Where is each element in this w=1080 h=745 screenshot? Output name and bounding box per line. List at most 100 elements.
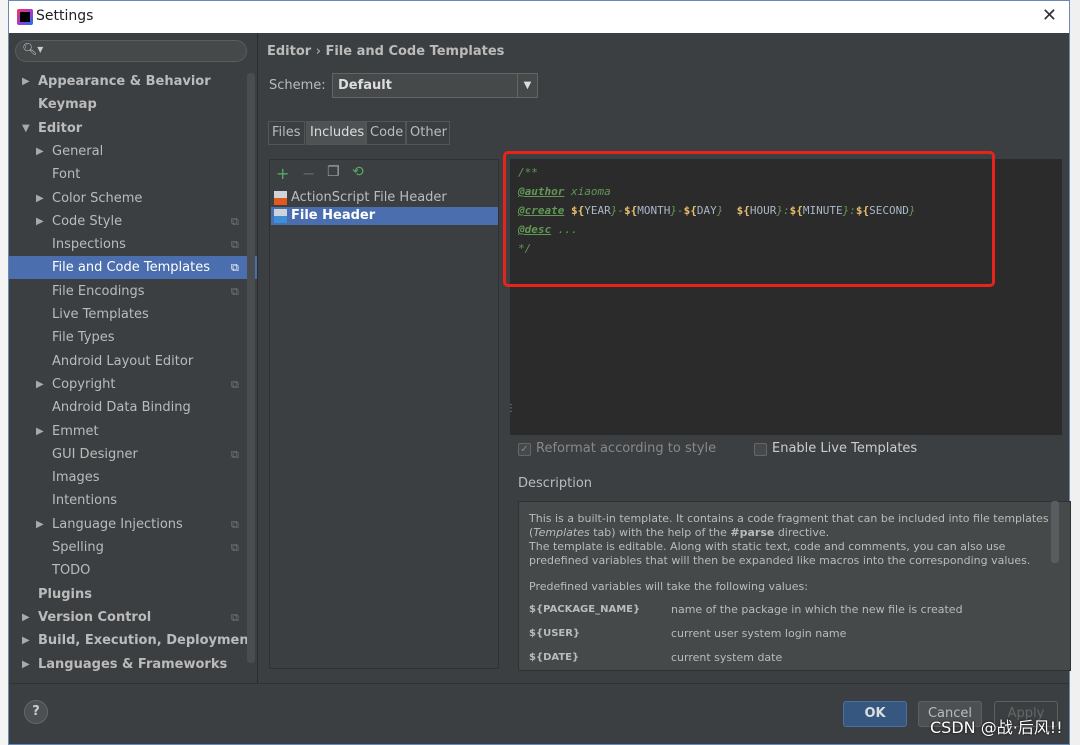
sidebar-item-android-layout-editor[interactable]: Android Layout Editor: [9, 350, 257, 373]
tab-files[interactable]: Files: [268, 121, 305, 145]
sidebar-item-build-execution-deployment[interactable]: ▶ Build, Execution, Deployment: [9, 629, 257, 652]
variable-desc: name of the package in which the new fil…: [671, 603, 963, 616]
sidebar-scrollbar[interactable]: [247, 73, 255, 663]
sidebar-item-color-scheme[interactable]: ▶ Color Scheme: [9, 187, 257, 210]
splitter-handle[interactable]: ⋮: [506, 403, 516, 414]
chevron-right-icon[interactable]: ▶: [22, 70, 30, 93]
sidebar-item-todo[interactable]: TODO: [9, 559, 257, 582]
variable-row: ${DATE} current system date: [529, 646, 1060, 670]
variable-name: ${DATE}: [529, 652, 580, 663]
live-templates-checkbox[interactable]: Enable Live Templates: [754, 441, 934, 461]
scheme-value: Default: [338, 78, 392, 93]
sidebar-item-label: Editor: [38, 120, 83, 136]
sidebar-item-label: General: [52, 143, 104, 159]
sidebar-item-code-style[interactable]: ▶ Code Style ⧉: [9, 210, 257, 233]
sidebar-item-copyright[interactable]: ▶ Copyright ⧉: [9, 373, 257, 396]
chevron-right-icon[interactable]: ▶: [22, 606, 30, 629]
template-item-file-header[interactable]: File Header: [271, 207, 498, 225]
scheme-label: Scheme:: [269, 78, 326, 93]
sidebar-item-languages-frameworks[interactable]: ▶ Languages & Frameworks: [9, 653, 257, 676]
dialog-footer: ? OK Cancel Apply: [9, 683, 1069, 745]
breadcrumb-parent: Editor: [267, 44, 312, 59]
sidebar-item-label: Font: [52, 167, 81, 183]
sidebar-item-label: Plugins: [38, 586, 92, 602]
sidebar-item-inspections[interactable]: Inspections ⧉: [9, 233, 257, 256]
sidebar-item-language-injections[interactable]: ▶ Language Injections ⧉: [9, 513, 257, 536]
tab-other[interactable]: Other: [406, 121, 450, 145]
highlight-annotation-box: [503, 151, 995, 287]
sidebar-item-appearance-behavior[interactable]: ▶ Appearance & Behavior: [9, 70, 257, 93]
main-panel: Editor › File and Code Templates Scheme:…: [259, 33, 1071, 683]
variable-name: ${USER}: [529, 628, 581, 639]
sidebar-item-label: File Types: [52, 330, 115, 346]
sidebar-item-file-types[interactable]: File Types: [9, 326, 257, 349]
sidebar-item-label: Keymap: [38, 97, 97, 113]
sidebar-item-plugins[interactable]: Plugins: [9, 583, 257, 606]
sidebar-item-label: Images: [52, 470, 100, 486]
breadcrumb: Editor › File and Code Templates: [267, 44, 504, 59]
sidebar-item-label: Color Scheme: [52, 190, 143, 206]
copy-icon[interactable]: ❐: [327, 164, 340, 180]
scheme-dropdown[interactable]: Default ▼: [332, 73, 538, 98]
chevron-down-icon: ▼: [517, 74, 537, 97]
text: Templates: [533, 526, 590, 539]
project-copy-icon: ⧉: [231, 541, 239, 554]
reformat-label: Reformat according to style: [536, 441, 717, 456]
sidebar-item-intentions[interactable]: Intentions: [9, 489, 257, 512]
chevron-right-icon[interactable]: ▶: [36, 373, 44, 396]
sidebar-item-keymap[interactable]: Keymap: [9, 93, 257, 116]
project-copy-icon: ⧉: [231, 610, 239, 624]
template-item-actionscript-file-header[interactable]: ActionScript File Header: [271, 189, 498, 207]
settings-tree: 🔍︎▾ ▶ Appearance & Behavior Keymap ▼ Editor ▶…: [9, 33, 258, 683]
sidebar-item-label: Version Control: [38, 609, 152, 625]
variable-row: ${USER} current user system login name: [529, 622, 1060, 646]
sidebar-item-label: Spelling: [52, 540, 104, 555]
sidebar-item-spelling[interactable]: Spelling ⧉: [9, 536, 257, 559]
sidebar-item-label: TODO: [52, 563, 91, 579]
sidebar-item-android-data-binding[interactable]: Android Data Binding: [9, 396, 257, 419]
ok-button[interactable]: OK: [843, 701, 907, 727]
sidebar-item-file-encodings[interactable]: File Encodings ⧉: [9, 280, 257, 303]
variable-name: ${PACKAGE_NAME}: [529, 604, 641, 615]
project-copy-icon: ⧉: [231, 284, 239, 298]
reset-icon[interactable]: ⟲: [352, 164, 364, 180]
project-copy-icon: ⧉: [231, 261, 239, 275]
sidebar-item-label: GUI Designer: [52, 446, 138, 462]
chevron-right-icon[interactable]: ▶: [22, 653, 30, 676]
remove-icon[interactable]: −: [302, 164, 315, 183]
search-input[interactable]: 🔍︎▾: [15, 40, 247, 62]
template-list: + − ❐ ⟲ ActionScript File Header File He…: [269, 159, 499, 669]
sidebar-item-file-and-code-templates[interactable]: File and Code Templates ⧉: [9, 256, 257, 280]
sidebar-item-label: Language Injections: [52, 516, 183, 532]
sidebar-item-live-templates[interactable]: Live Templates: [9, 303, 257, 326]
description-panel: This is a built-in template. It contains…: [518, 501, 1071, 671]
chevron-right-icon[interactable]: ▶: [36, 210, 44, 233]
chevron-down-icon[interactable]: ▼: [22, 117, 30, 140]
description-paragraph: Predefined variables will take the follo…: [529, 580, 808, 593]
sidebar-item-gui-designer[interactable]: GUI Designer ⧉: [9, 443, 257, 466]
project-copy-icon: ⧉: [231, 214, 239, 228]
sidebar-item-general[interactable]: ▶ General: [9, 140, 257, 163]
chevron-right-icon[interactable]: ▶: [36, 187, 44, 210]
checkmark-icon: ✓: [518, 443, 531, 456]
chevron-right-icon[interactable]: ▶: [36, 513, 44, 536]
chevron-right-icon[interactable]: ▶: [36, 420, 44, 443]
live-templates-label: Enable Live Templates: [772, 441, 918, 456]
sidebar-item-font[interactable]: Font: [9, 163, 257, 186]
sidebar-item-emmet[interactable]: ▶ Emmet: [9, 420, 257, 443]
chevron-right-icon[interactable]: ▶: [36, 140, 44, 163]
tab-includes[interactable]: Includes: [306, 121, 366, 145]
sidebar-item-images[interactable]: Images: [9, 466, 257, 489]
add-icon[interactable]: +: [276, 164, 289, 183]
sidebar-item-editor[interactable]: ▼ Editor: [9, 117, 257, 140]
close-icon[interactable]: ✕: [1042, 5, 1057, 26]
help-button[interactable]: ?: [24, 700, 48, 724]
sidebar-item-label: File Encodings: [52, 283, 145, 299]
text: #parse: [730, 526, 775, 539]
description-scrollbar[interactable]: [1051, 501, 1059, 563]
project-copy-icon: ⧉: [231, 377, 239, 391]
tab-code[interactable]: Code: [366, 121, 406, 145]
reformat-checkbox[interactable]: ✓ Reformat according to style: [518, 441, 718, 461]
sidebar-item-version-control[interactable]: ▶ Version Control ⧉: [9, 606, 257, 629]
chevron-right-icon[interactable]: ▶: [22, 629, 30, 652]
